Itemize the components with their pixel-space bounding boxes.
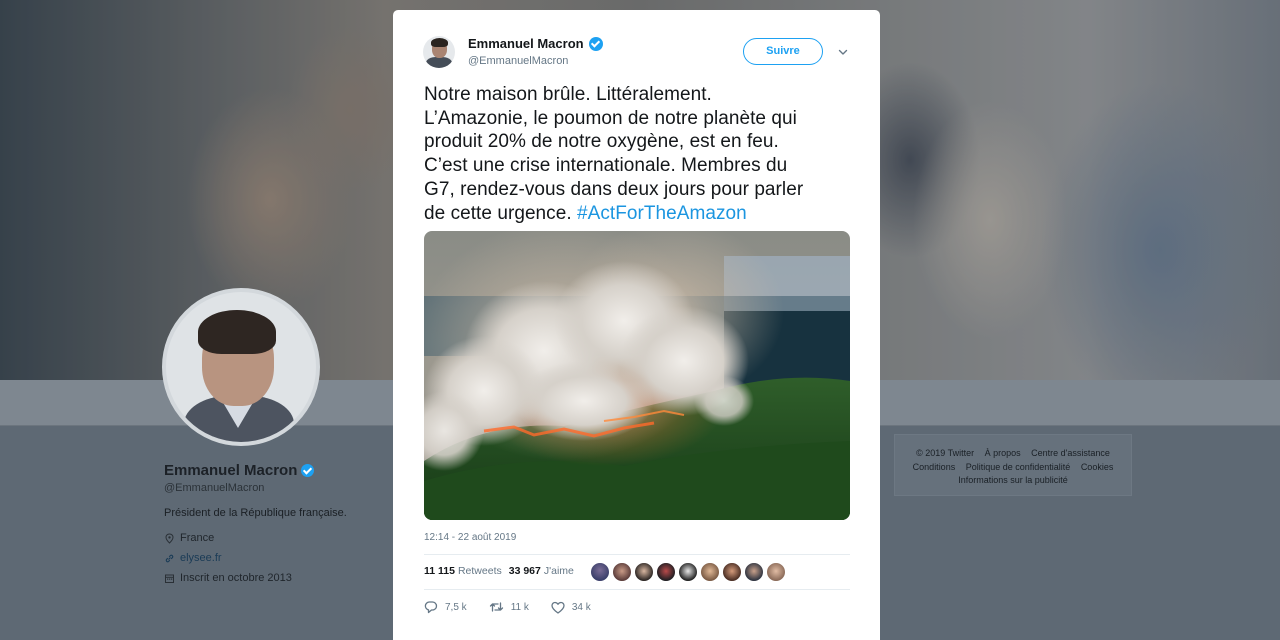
location-text: France — [180, 532, 215, 544]
chevron-down-icon[interactable] — [837, 46, 849, 58]
profile-bio: Président de la République française. — [164, 507, 347, 519]
reply-count: 7,5 k — [445, 601, 467, 613]
liker-avatar[interactable] — [700, 562, 720, 582]
liker-avatar[interactable] — [590, 562, 610, 582]
likes-count[interactable]: 33 967 — [509, 565, 541, 577]
profile-name-row: Emmanuel Macron — [164, 462, 394, 479]
liker-avatar[interactable] — [678, 562, 698, 582]
profile-joined: Inscrit en octobre 2013 — [164, 572, 394, 584]
footer-row-3: Informations sur la publicité — [895, 474, 1131, 488]
tweet-text-line: G7, rendez-vous dans deux jours pour par… — [424, 178, 804, 200]
verified-badge-icon — [588, 36, 603, 51]
hashtag-link[interactable]: #ActForTheAmazon — [577, 203, 747, 224]
like-action-count: 34 k — [571, 601, 591, 613]
tweet-text-line: de cette urgence. — [424, 202, 578, 224]
retweets-count[interactable]: 11 115 — [424, 565, 455, 577]
footer-link-terms[interactable]: Conditions — [913, 462, 956, 472]
divider — [424, 554, 850, 555]
tweet-text-last-line: de cette urgence. #ActForTheAmazon — [424, 202, 864, 226]
profile-card: Emmanuel Macron @EmmanuelMacron Présiden… — [164, 462, 394, 584]
tweet-author-avatar[interactable] — [423, 36, 455, 68]
footer-link-ads[interactable]: Informations sur la publicité — [958, 475, 1068, 485]
profile-location: France — [164, 532, 394, 544]
calendar-icon — [165, 574, 174, 583]
tweet-timestamp[interactable]: 12:14 - 22 août 2019 — [424, 532, 516, 543]
tweet-author-name[interactable]: Emmanuel Macron — [468, 36, 584, 51]
liker-avatar[interactable] — [612, 562, 632, 582]
tweet-text-line: Notre maison brûle. Littéralement. — [424, 84, 712, 105]
location-pin-icon — [165, 532, 174, 544]
tweet-text-line: C’est une crise internationale. Membres … — [424, 155, 788, 177]
tweet-text-line: produit 20% de notre oxygène, est en feu… — [424, 131, 779, 153]
footer-link-privacy[interactable]: Politique de confidentialité — [966, 462, 1071, 472]
reply-icon — [424, 601, 438, 614]
liker-avatar[interactable] — [634, 562, 654, 582]
joined-text: Inscrit en octobre 2013 — [180, 572, 292, 584]
retweet-action[interactable]: 11 k — [489, 600, 529, 614]
profile-handle[interactable]: @EmmanuelMacron — [164, 482, 394, 494]
divider — [424, 589, 850, 590]
profile-name[interactable]: Emmanuel Macron — [164, 462, 297, 479]
reply-action[interactable]: 7,5 k — [424, 600, 467, 614]
tweet-photo-amazon-fire[interactable] — [424, 231, 850, 520]
footer-copyright[interactable]: © 2019 Twitter — [916, 448, 974, 458]
footer-links: © 2019 Twitter À propos Centre d'assista… — [894, 434, 1132, 496]
liker-avatar[interactable] — [744, 562, 764, 582]
profile-website: elysee.fr — [164, 552, 394, 564]
website-link[interactable]: elysee.fr — [180, 552, 222, 564]
heart-icon — [551, 601, 565, 614]
like-action[interactable]: 34 k — [551, 601, 591, 614]
link-icon — [165, 554, 174, 562]
tweet-modal: Emmanuel Macron @EmmanuelMacron Suivre N… — [393, 10, 880, 640]
footer-link-about[interactable]: À propos — [985, 448, 1021, 458]
liker-avatar[interactable] — [722, 562, 742, 582]
retweets-label[interactable]: Retweets — [458, 565, 502, 577]
liker-avatar[interactable] — [656, 562, 676, 582]
retweet-icon — [489, 602, 503, 612]
footer-link-help[interactable]: Centre d'assistance — [1031, 448, 1110, 458]
footer-row-1: © 2019 Twitter À propos Centre d'assista… — [895, 447, 1131, 461]
liker-avatar[interactable] — [766, 562, 786, 582]
tweet-stats: 11 115 Retweets 33 967 J'aime — [424, 565, 574, 577]
liker-avatars — [590, 562, 786, 582]
tweet-author-name-row: Emmanuel Macron — [468, 36, 603, 51]
tweet-author-handle[interactable]: @EmmanuelMacron — [468, 55, 568, 67]
follow-button[interactable]: Suivre — [743, 38, 823, 65]
tweet-text: Notre maison brûle. Littéralement. L’Ama… — [424, 83, 864, 225]
tweet-text-line: L’Amazonie, le poumon de notre planète q… — [424, 107, 797, 129]
footer-link-cookies[interactable]: Cookies — [1081, 462, 1114, 472]
tweet-actions: 7,5 k 11 k 34 k — [424, 600, 613, 614]
fire-photo-illustration — [424, 231, 850, 520]
verified-badge-icon — [301, 464, 315, 477]
footer-row-2: Conditions Politique de confidentialité … — [895, 461, 1131, 475]
likes-label[interactable]: J'aime — [544, 565, 574, 577]
profile-avatar[interactable] — [162, 288, 320, 446]
retweet-action-count: 11 k — [510, 601, 529, 613]
